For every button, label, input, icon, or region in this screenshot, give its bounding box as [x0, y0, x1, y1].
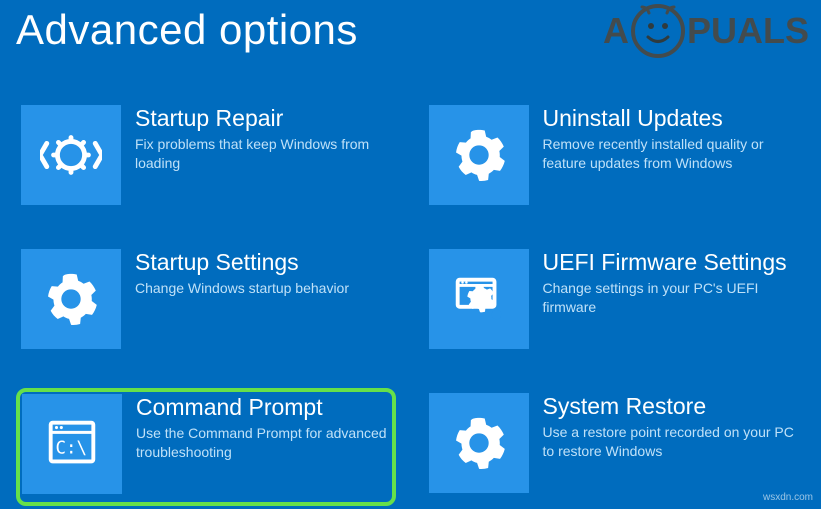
option-grid: Startup Repair Fix problems that keep Wi…: [0, 54, 821, 506]
tile-desc: Remove recently installed quality or fea…: [543, 135, 799, 173]
tile-uefi-firmware[interactable]: UEFI Firmware Settings Change settings i…: [424, 244, 804, 362]
firmware-icon: [429, 249, 529, 349]
tile-title: UEFI Firmware Settings: [543, 249, 799, 275]
watermark-text-left: A: [603, 10, 629, 52]
tile-startup-repair[interactable]: Startup Repair Fix problems that keep Wi…: [16, 100, 396, 218]
tile-title: Startup Settings: [135, 249, 391, 275]
tile-command-prompt[interactable]: C:\ Command Prompt Use the Command Promp…: [16, 388, 396, 506]
tile-desc: Use a restore point recorded on your PC …: [543, 423, 799, 461]
command-prompt-icon: C:\: [22, 394, 122, 494]
gear-icon: [429, 105, 529, 205]
gear-icon: [21, 249, 121, 349]
tile-desc: Fix problems that keep Windows from load…: [135, 135, 391, 173]
gear-icon: [429, 393, 529, 493]
tile-title: Command Prompt: [136, 394, 390, 420]
tile-system-restore[interactable]: System Restore Use a restore point recor…: [424, 388, 804, 506]
tile-title: Uninstall Updates: [543, 105, 799, 131]
tile-desc: Change settings in your PC's UEFI firmwa…: [543, 279, 799, 317]
tile-uninstall-updates[interactable]: Uninstall Updates Remove recently instal…: [424, 100, 804, 218]
tile-title: Startup Repair: [135, 105, 391, 131]
tile-desc: Use the Command Prompt for advanced trou…: [136, 424, 390, 462]
watermark-p-icon: [631, 4, 685, 58]
credit-text: wsxdn.com: [763, 492, 813, 503]
svg-text:C:\: C:\: [56, 439, 87, 459]
startup-repair-icon: [21, 105, 121, 205]
watermark-logo: A PUALS: [603, 4, 809, 58]
watermark-text-right: PUALS: [687, 10, 809, 52]
tile-desc: Change Windows startup behavior: [135, 279, 391, 298]
tile-title: System Restore: [543, 393, 799, 419]
tile-startup-settings[interactable]: Startup Settings Change Windows startup …: [16, 244, 396, 362]
